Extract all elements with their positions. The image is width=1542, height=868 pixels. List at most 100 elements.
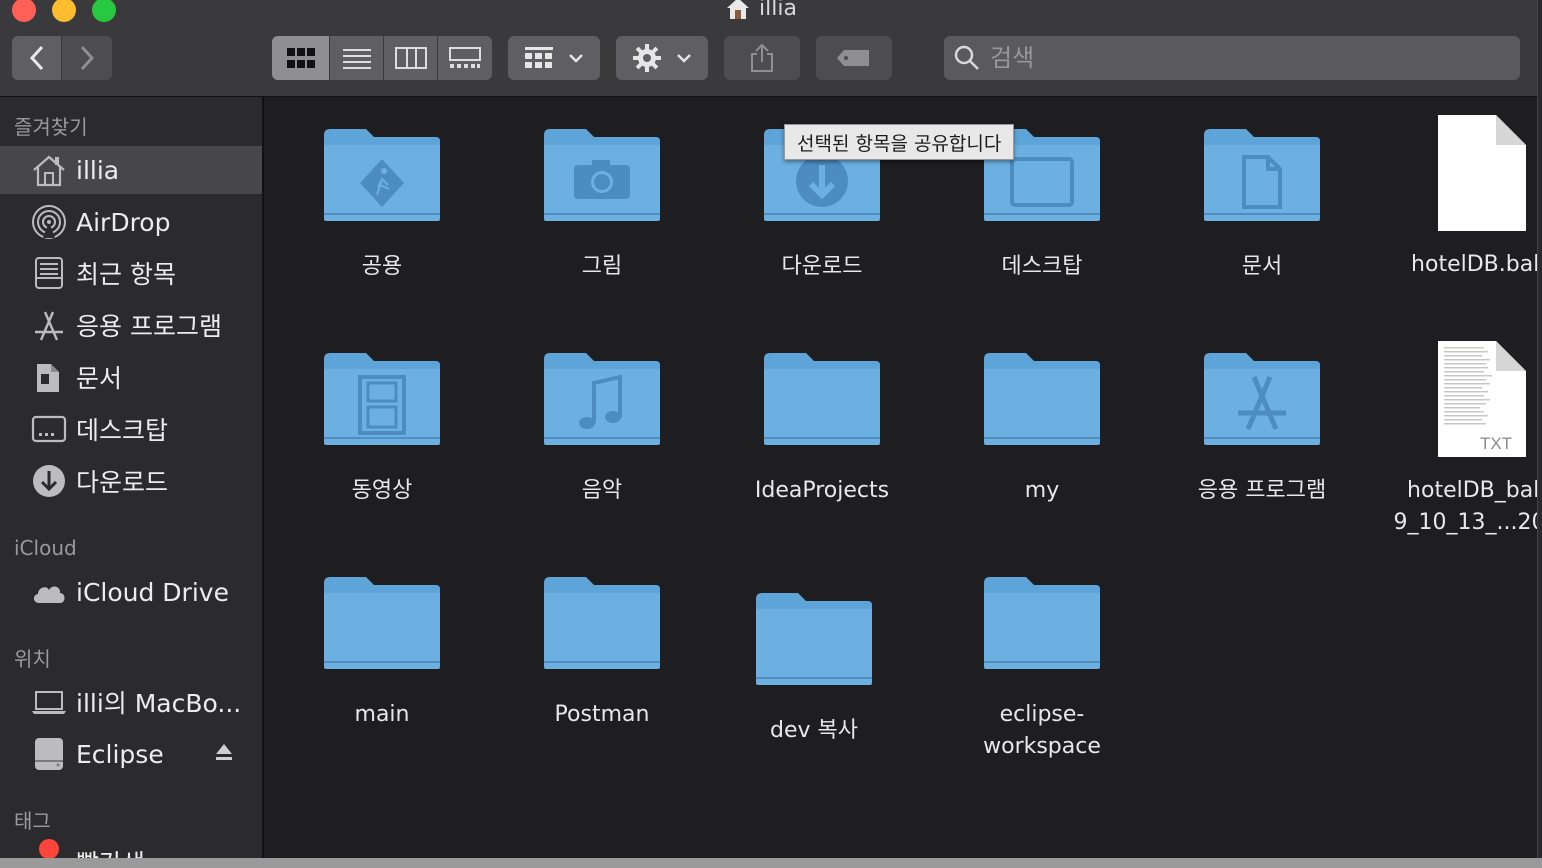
folder-applications-icon (1204, 353, 1320, 445)
sidebar-item-label: 문서 (76, 364, 123, 393)
minimize-button[interactable] (52, 0, 76, 22)
share-button[interactable] (724, 36, 800, 80)
list-view-button[interactable] (330, 36, 384, 80)
folder-icon (324, 577, 440, 669)
column-view-button[interactable] (384, 36, 438, 80)
folder-icon (764, 353, 880, 445)
sidebar-item-applications[interactable]: 응용 프로그램 (0, 301, 262, 349)
laptop-icon (30, 683, 68, 721)
locations-header: 위치 (14, 647, 51, 671)
folder-music-icon (544, 353, 660, 445)
sidebar-item-tag-red[interactable]: 빨간색 (0, 839, 262, 858)
tag-button[interactable] (816, 36, 892, 80)
eject-icon[interactable] (214, 742, 234, 762)
file-name: 다운로드 (781, 254, 863, 279)
downloads-icon (30, 462, 68, 500)
view-mode-group (272, 36, 492, 80)
gear-icon (633, 44, 661, 72)
sidebar-item-recents[interactable]: 최근 항목 (0, 249, 262, 297)
recents-icon (30, 254, 68, 292)
file-name: 응용 프로그램 (1197, 478, 1327, 503)
tag-group (816, 36, 892, 80)
zoom-button[interactable] (92, 0, 116, 22)
cloud-icon (30, 573, 68, 611)
file-item[interactable]: main (272, 575, 492, 731)
group-grid-icon (525, 47, 553, 68)
group-by-menu[interactable] (508, 36, 600, 80)
forward-button[interactable] (62, 36, 112, 80)
sidebar-item-label: 데스크탑 (76, 416, 169, 445)
sidebar-item-label: 다운로드 (76, 468, 169, 497)
action-button[interactable] (616, 36, 708, 80)
sidebar-item-eclipse[interactable]: Eclipse (0, 730, 262, 778)
icon-view-icon (286, 48, 315, 68)
folder-public-icon (324, 129, 440, 221)
airdrop-icon (30, 203, 68, 241)
file-item[interactable]: Postman (492, 575, 712, 731)
file-name: main (354, 702, 410, 727)
text-document-icon: TXT (1438, 341, 1526, 457)
file-name: dev 복사 (770, 718, 858, 743)
documents-icon (30, 358, 68, 396)
group-by-button[interactable] (508, 36, 600, 80)
file-item[interactable]: hotelDB.bak. (1372, 113, 1537, 281)
sidebar-item-home[interactable]: illia (0, 146, 262, 194)
file-item[interactable]: 공용 (272, 127, 492, 283)
chevron-down-icon (677, 54, 691, 63)
file-item[interactable]: TXT hotelDB_bak_ 9_10_13_...20_1 (1372, 339, 1537, 539)
folder-icon (544, 577, 660, 669)
navigation-group (12, 36, 112, 80)
search-field[interactable] (944, 36, 1520, 80)
file-name: IdeaProjects (754, 478, 890, 503)
sidebar-item-airdrop[interactable]: AirDrop (0, 198, 262, 246)
file-name: 문서 (1241, 254, 1283, 279)
sidebar: 즐겨찾기 illia AirDrop 최근 항목 응용 프로그램 문서 데스크탑… (0, 97, 264, 858)
close-button[interactable] (12, 0, 36, 22)
file-item[interactable]: 응용 프로그램 (1152, 351, 1372, 507)
file-name: Postman (554, 702, 650, 727)
tag-dot-icon (30, 839, 68, 858)
folder-movies-icon (324, 353, 440, 445)
window-title-text: illia (759, 0, 797, 21)
window-title: illia (725, 0, 797, 22)
list-view-icon (342, 49, 371, 69)
tag-icon (837, 50, 869, 66)
sidebar-item-label: 빨간색 (76, 844, 145, 858)
file-name: 그림 (581, 254, 623, 279)
sidebar-item-documents[interactable]: 문서 (0, 353, 262, 401)
sidebar-item-icloud-drive[interactable]: iCloud Drive (0, 568, 262, 616)
toolbar: illia (0, 0, 1537, 97)
file-item[interactable]: 음악 (492, 351, 712, 507)
icon-view-button[interactable] (272, 36, 330, 80)
file-item[interactable]: my (932, 351, 1152, 507)
file-name: 동영상 (351, 478, 413, 503)
back-button[interactable] (12, 36, 62, 80)
sidebar-item-label: 최근 항목 (76, 260, 176, 289)
file-name: 데스크탑 (1001, 254, 1083, 279)
file-item[interactable]: 그림 (492, 127, 712, 283)
file-item[interactable]: eclipse- workspace (932, 575, 1152, 763)
gallery-view-icon (449, 47, 481, 68)
sidebar-item-label: 응용 프로그램 (76, 312, 222, 341)
search-input[interactable] (988, 43, 1492, 73)
finder-window: illia 검색 즐겨찾기 illia AirDrop 최근 항목 응용 프로그… (0, 0, 1538, 858)
home-icon (727, 0, 749, 19)
sidebar-item-macbook[interactable]: illi의 MacBo... (0, 678, 262, 726)
home-icon (30, 151, 68, 189)
action-menu[interactable] (616, 36, 708, 80)
tags-header: 태그 (14, 809, 51, 833)
disk-icon (30, 735, 68, 773)
sidebar-item-label: illi의 MacBo... (76, 689, 242, 718)
folder-icon (756, 593, 872, 685)
file-item[interactable]: 동영상 (272, 351, 492, 507)
file-item[interactable]: IdeaProjects (712, 351, 932, 507)
gallery-view-button[interactable] (438, 36, 492, 80)
file-item[interactable]: dev 복사 (704, 591, 924, 747)
sidebar-item-desktop[interactable]: 데스크탑 (0, 405, 262, 453)
chevron-right-icon (80, 45, 95, 71)
blank-document-icon (1438, 115, 1526, 231)
file-item[interactable]: 문서 (1152, 127, 1372, 283)
sidebar-item-label: illia (76, 155, 120, 185)
sidebar-item-downloads[interactable]: 다운로드 (0, 457, 262, 505)
file-extension: TXT (1480, 434, 1512, 453)
